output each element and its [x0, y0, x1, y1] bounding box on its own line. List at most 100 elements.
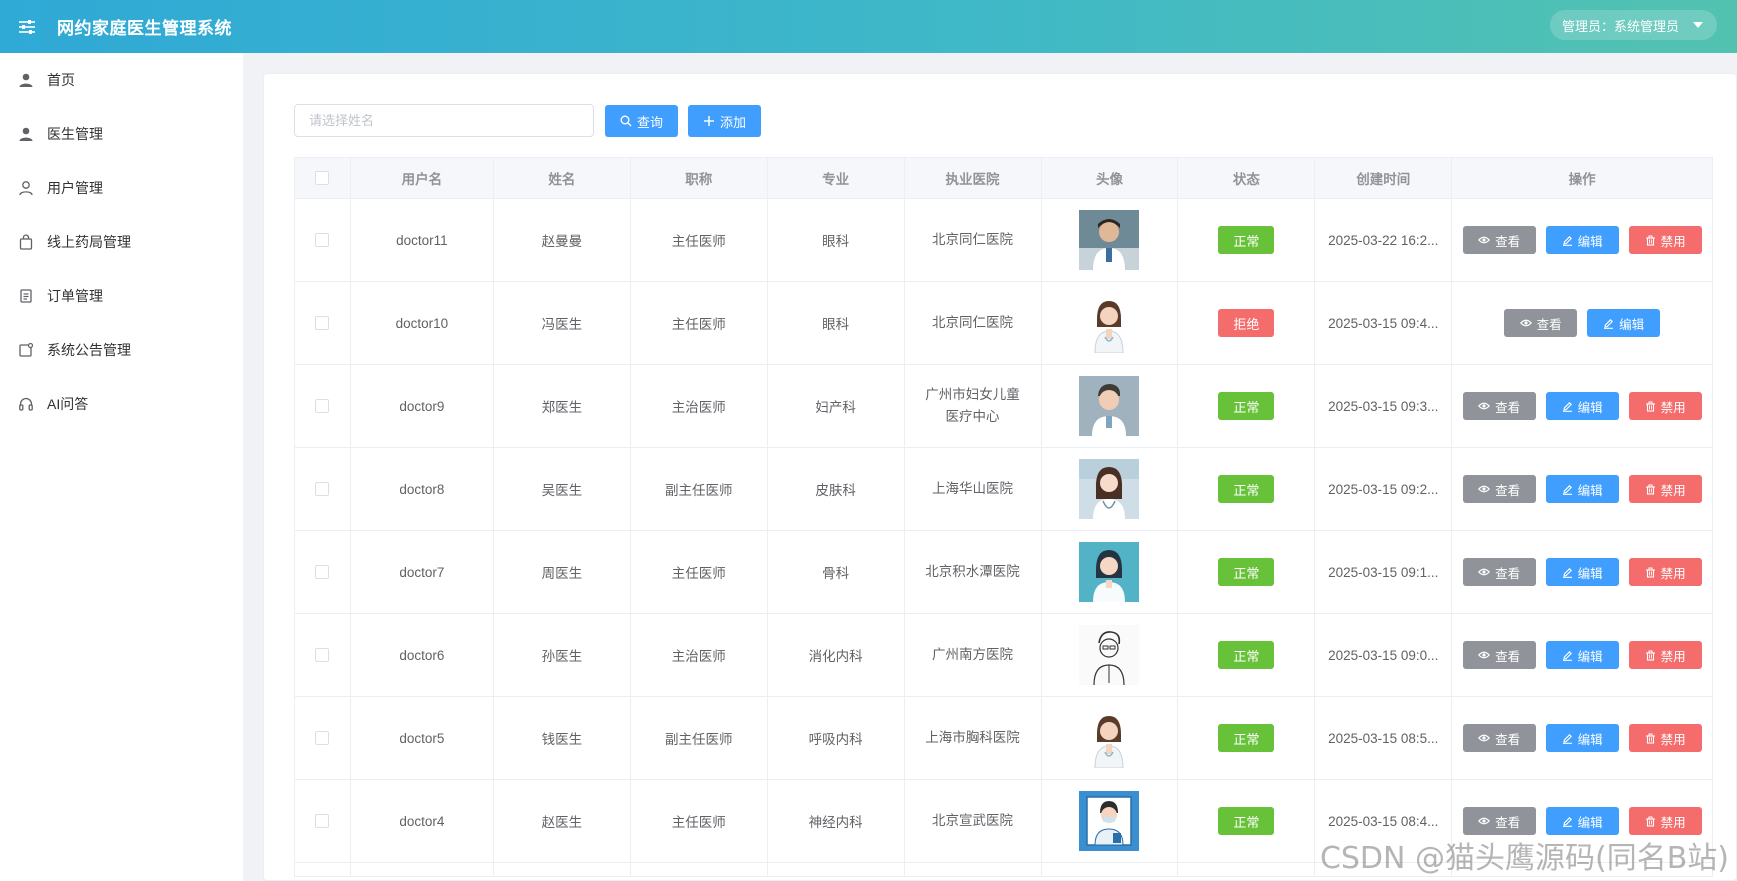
checkbox[interactable] — [315, 731, 330, 745]
cell-title: 主治医师 — [630, 614, 768, 697]
eye-icon — [1478, 401, 1491, 411]
edit-button[interactable]: 编辑 — [1545, 558, 1619, 586]
cell-username: doctor8 — [350, 448, 494, 531]
bag-icon — [17, 233, 35, 251]
sidebar-item-label: 系统公告管理 — [47, 342, 131, 358]
headset-icon — [17, 395, 35, 413]
row-select[interactable] — [295, 697, 351, 780]
search-input[interactable] — [294, 104, 594, 137]
cell-created: 2025-03-15 09:3... — [1315, 365, 1453, 448]
view-button[interactable]: 查看 — [1462, 392, 1536, 420]
sidebar-item-orders[interactable]: 订单管理 — [0, 269, 243, 323]
view-button[interactable]: 查看 — [1462, 724, 1536, 752]
checkbox[interactable] — [315, 171, 330, 185]
cell-avatar — [1041, 780, 1179, 863]
sidebar-item-label: 首页 — [47, 72, 75, 88]
view-button[interactable]: 查看 — [1462, 226, 1536, 254]
row-select[interactable] — [295, 780, 351, 863]
checkbox[interactable] — [315, 233, 330, 247]
checkbox[interactable] — [315, 482, 330, 496]
row-select[interactable] — [295, 448, 351, 531]
cell-username: doctor6 — [350, 614, 494, 697]
cell-title: 主任医师 — [630, 282, 768, 365]
table-header-row: 用户名 姓名 职称 专业 执业医院 头像 状态 创建时间 操作 — [295, 158, 1714, 199]
sidebar-item-label: 线上药局管理 — [47, 234, 131, 250]
cell-hospital: 北京积水潭医院 — [904, 531, 1042, 614]
query-button[interactable]: 查询 — [605, 105, 678, 137]
add-button[interactable]: 添加 — [688, 105, 761, 137]
sidebar-item-home[interactable]: 首页 — [0, 53, 243, 107]
cell-username: doctor11 — [350, 199, 494, 282]
created-time: 2025-03-15 09:3... — [1328, 398, 1439, 414]
cell-title: 副主任医师 — [630, 697, 768, 780]
row-select[interactable] — [295, 614, 351, 697]
sidebar-item-users[interactable]: 用户管理 — [0, 161, 243, 215]
edit-button[interactable]: 编辑 — [1545, 226, 1619, 254]
checkbox[interactable] — [315, 565, 330, 579]
cell-major: 呼吸内科 — [767, 697, 905, 780]
sliders-icon[interactable] — [15, 15, 39, 39]
cell-actions: 查看 编辑 — [1452, 282, 1714, 365]
cell-actions: 查看 编辑 禁用 — [1452, 697, 1714, 780]
status-badge: 正常 — [1218, 226, 1275, 254]
sidebar: 首页 医生管理 用户管理 线上药局管理 订单管理 系统公告管理 AI问答 — [0, 53, 243, 881]
edit-button[interactable]: 编辑 — [1545, 392, 1619, 420]
checkbox[interactable] — [315, 814, 330, 828]
edit-button[interactable]: 编辑 — [1545, 724, 1619, 752]
edit-button-label: 编辑 — [1577, 234, 1603, 249]
sidebar-item-doctors[interactable]: 医生管理 — [0, 107, 243, 161]
admin-label: 管理员：系统管理员 — [1561, 18, 1679, 34]
checkbox[interactable] — [315, 399, 330, 413]
row-select[interactable] — [295, 531, 351, 614]
sidebar-item-label: AI问答 — [47, 396, 89, 412]
sidebar-item-ai-qa[interactable]: AI问答 — [0, 377, 243, 431]
column-header: 姓名 — [493, 158, 631, 199]
row-actions: 查看 编辑 禁用 — [1462, 392, 1702, 420]
hospital-text: 广州南方医院 — [932, 647, 1014, 662]
sidebar-item-label: 医生管理 — [47, 126, 103, 142]
eye-icon — [1519, 318, 1532, 328]
edit-button[interactable]: 编辑 — [1545, 641, 1619, 669]
disable-button[interactable]: 禁用 — [1628, 475, 1702, 503]
cell-status: 正常 — [1178, 531, 1316, 614]
header-select-all[interactable] — [295, 158, 351, 199]
checkbox[interactable] — [315, 316, 330, 330]
row-select[interactable] — [295, 199, 351, 282]
hospital-text: 北京宣武医院 — [932, 813, 1014, 828]
edit-button[interactable]: 编辑 — [1545, 475, 1619, 503]
edit-button[interactable]: 编辑 — [1545, 807, 1619, 835]
view-button[interactable]: 查看 — [1462, 475, 1536, 503]
view-button[interactable]: 查看 — [1462, 558, 1536, 586]
created-time: 2025-03-22 16:2... — [1328, 232, 1439, 248]
view-button[interactable]: 查看 — [1504, 309, 1578, 337]
view-button-label: 查看 — [1495, 649, 1521, 664]
cell-created: 2025-03-22 16:2... — [1315, 199, 1453, 282]
sidebar-item-notices[interactable]: 系统公告管理 — [0, 323, 243, 377]
checkbox[interactable] — [315, 648, 330, 662]
disable-button[interactable]: 禁用 — [1628, 641, 1702, 669]
sidebar-item-pharmacy[interactable]: 线上药局管理 — [0, 215, 243, 269]
admin-dropdown[interactable]: 管理员：系统管理员 — [1549, 10, 1717, 40]
avatar — [1079, 459, 1140, 519]
view-button[interactable]: 查看 — [1462, 807, 1536, 835]
plus-icon — [703, 115, 715, 127]
avatar — [1079, 542, 1140, 602]
cell-hospital: 北京宣武医院 — [904, 780, 1042, 863]
row-select[interactable] — [295, 282, 351, 365]
table-row: doctor6 孙医生 主治医师 消化内科 广州南方医院 正常 2025-03-15 09:… — [295, 614, 1714, 697]
notice-icon — [17, 341, 35, 359]
disable-button[interactable]: 禁用 — [1628, 724, 1702, 752]
disable-button[interactable]: 禁用 — [1628, 392, 1702, 420]
row-select[interactable] — [295, 365, 351, 448]
hospital-text: 北京积水潭医院 — [925, 564, 1020, 579]
column-header: 专业 — [767, 158, 905, 199]
disable-button[interactable]: 禁用 — [1628, 226, 1702, 254]
disable-button[interactable]: 禁用 — [1628, 807, 1702, 835]
edit-button[interactable]: 编辑 — [1587, 309, 1661, 337]
status-badge: 正常 — [1218, 392, 1275, 420]
edit-icon — [1562, 401, 1573, 412]
disable-button[interactable]: 禁用 — [1628, 558, 1702, 586]
cell-name: 孙医生 — [493, 614, 631, 697]
view-button[interactable]: 查看 — [1462, 641, 1536, 669]
user-icon — [17, 71, 35, 89]
